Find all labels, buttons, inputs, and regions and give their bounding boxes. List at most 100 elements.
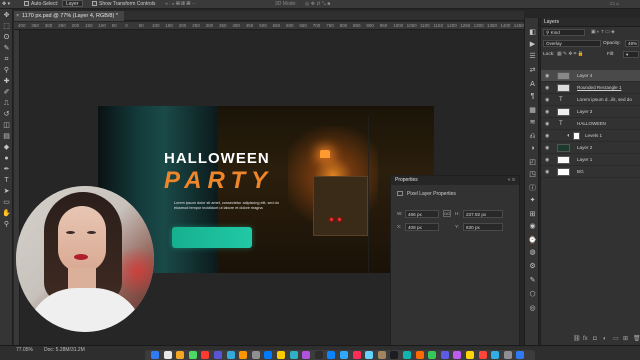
adjustments-icon[interactable]: ☰: [528, 52, 537, 61]
body-text[interactable]: Lorem ipsum dolor sit amet, consectetur …: [174, 201, 284, 211]
dock-app-icon[interactable]: [214, 351, 222, 359]
path-select-icon[interactable]: ➤: [2, 187, 11, 196]
dock-app-icon[interactable]: [239, 351, 248, 359]
filter-kind-select[interactable]: ⚲ Kind: [543, 29, 585, 36]
visibility-eye-icon[interactable]: ◉: [545, 142, 549, 154]
new-adjustment-icon[interactable]: ◐: [603, 335, 607, 343]
dock-app-icon[interactable]: [340, 351, 348, 359]
zoom-level[interactable]: 77.05%: [16, 347, 33, 353]
add-mask-icon[interactable]: ◘: [593, 335, 597, 343]
opacity-field[interactable]: 48%: [625, 40, 639, 47]
cta-rounded-rectangle[interactable]: [172, 227, 252, 248]
visibility-eye-icon[interactable]: ◉: [545, 154, 549, 166]
visibility-eye-icon[interactable]: ◉: [545, 82, 549, 94]
fill-field[interactable]: ▾: [623, 51, 639, 58]
paragraph-icon[interactable]: ¶: [528, 92, 537, 101]
layer-row-halloween[interactable]: ◉ T HALLOWEEN: [541, 118, 640, 130]
visibility-eye-icon[interactable]: ◉: [545, 130, 549, 142]
eyedropper-icon[interactable]: ⚲: [2, 66, 11, 75]
height-field[interactable]: 237.92 px: [463, 210, 503, 218]
history-icon[interactable]: ⎌: [528, 132, 537, 141]
actions-icon[interactable]: ⚙: [528, 262, 537, 271]
marquee-icon[interactable]: ⬚: [2, 22, 11, 31]
layer-row-layer-2[interactable]: ◉ Layer 2: [541, 142, 640, 154]
dock-app-icon[interactable]: [327, 351, 336, 359]
dodge-icon[interactable]: ●: [2, 154, 11, 163]
dock-app-icon[interactable]: [390, 351, 399, 359]
color-icon[interactable]: ◍: [528, 248, 537, 257]
width-field[interactable]: 486 px: [405, 210, 439, 218]
doc-size[interactable]: Doc: 5.28M/31.2M: [44, 347, 85, 353]
eraser-icon[interactable]: ◫: [2, 121, 11, 130]
y-field[interactable]: 630 px: [463, 223, 503, 231]
dock-app-icon[interactable]: [251, 351, 260, 359]
layer-row-bg[interactable]: ◉ BG: [541, 166, 640, 178]
dock-app-icon[interactable]: [440, 351, 449, 359]
gradient-icon[interactable]: ▤: [2, 132, 11, 141]
hand-icon[interactable]: ✋: [2, 209, 11, 218]
dock-app-icon[interactable]: [226, 351, 235, 359]
3d-icon[interactable]: ⬡: [528, 290, 537, 299]
glyphs-icon[interactable]: ◉: [528, 222, 537, 231]
dock-app-icon[interactable]: [176, 351, 185, 359]
swatches-icon[interactable]: ▦: [528, 106, 537, 115]
crop-icon[interactable]: ⌗: [2, 55, 11, 64]
navigator-icon[interactable]: ◳: [528, 170, 537, 179]
layer-row-rounded-rectangle-1[interactable]: ◉ Rounded Rectangle 1: [541, 82, 640, 94]
lasso-icon[interactable]: ʘ: [2, 33, 11, 42]
move-tool-indicator[interactable]: ✥ ▾: [2, 0, 10, 9]
dock-app-icon[interactable]: [314, 351, 323, 359]
layers-title[interactable]: Layers: [541, 18, 640, 27]
visibility-eye-icon[interactable]: ◉: [545, 118, 549, 130]
x-field[interactable]: 408 px: [405, 223, 439, 231]
info-icon[interactable]: ⓘ: [528, 184, 537, 193]
lock-icons[interactable]: ▦ ✎ ✥ ⌗ 🔒: [557, 51, 584, 59]
history-brush-icon[interactable]: ↺: [2, 110, 11, 119]
properties-icon[interactable]: ⇄: [528, 66, 537, 75]
notes-icon[interactable]: ✎: [528, 276, 537, 285]
auto-select-checkbox[interactable]: Auto-Select:: [24, 0, 58, 9]
layer-row-lorem-text[interactable]: ◉ T Lorem ipsum d...ilit, sed do: [541, 94, 640, 106]
dock-app-icon[interactable]: [491, 351, 500, 359]
layer-row-levels-1[interactable]: ◉ ◐ Levels 1: [541, 130, 640, 142]
dock-app-icon[interactable]: [302, 351, 311, 359]
dock-app-icon[interactable]: [503, 351, 512, 359]
document-tab[interactable]: × 1170 px.psd @ 77% (Layer 4, RGB/8) *: [14, 11, 124, 21]
auto-select-dropdown[interactable]: Layer: [62, 0, 83, 7]
new-group-icon[interactable]: ▭: [613, 335, 619, 343]
dock-app-icon[interactable]: [478, 351, 487, 359]
dock-app-icon[interactable]: [415, 351, 424, 359]
dock-app-icon[interactable]: [453, 351, 462, 359]
link-dimensions-icon[interactable]: GO: [443, 210, 451, 217]
dock-app-icon[interactable]: [163, 351, 172, 359]
brush-icon[interactable]: ✐: [2, 88, 11, 97]
layer-row-layer-3[interactable]: ◉ Layer 3: [541, 106, 640, 118]
character-icon[interactable]: A: [528, 80, 537, 89]
quick-select-icon[interactable]: ✎: [2, 44, 11, 53]
move-icon[interactable]: ✥: [2, 11, 11, 20]
align-buttons[interactable]: ⫷ ⫶ ⫸ ▤ ▥ ▦ ···: [165, 0, 197, 9]
trash-icon[interactable]: 🗑: [633, 335, 640, 343]
3d-mode-icons[interactable]: ◎ ✥ ⇵ ⤡ ■: [305, 0, 330, 9]
layer-row-layer-1[interactable]: ◉ Layer 1: [541, 154, 640, 166]
fx-icon[interactable]: fx: [583, 335, 588, 343]
timeline-icon[interactable]: ⌚: [528, 236, 537, 245]
dock-app-icon[interactable]: [466, 351, 474, 359]
visibility-eye-icon[interactable]: ◉: [545, 166, 549, 178]
blend-mode-select[interactable]: Overlay: [543, 40, 601, 47]
play-icon[interactable]: ▶: [528, 40, 537, 49]
panel-menu-icon[interactable]: « ≡: [508, 176, 515, 185]
dock-app-icon[interactable]: [188, 351, 197, 359]
dock-app-icon[interactable]: [289, 351, 298, 359]
dock-app-icon[interactable]: [352, 351, 361, 359]
workspace-icon[interactable]: ▭ ⌂: [610, 0, 619, 9]
shape-icon[interactable]: ▭: [2, 198, 11, 207]
dock-app-icon[interactable]: [403, 351, 411, 359]
styles-icon[interactable]: ⊞: [528, 210, 537, 219]
channels-icon[interactable]: ≋: [528, 118, 537, 127]
libraries-icon[interactable]: ◰: [528, 158, 537, 167]
stamp-icon[interactable]: ⎍: [2, 99, 11, 108]
layer-row-layer-4[interactable]: ◉ Layer 4: [541, 70, 640, 82]
measure-icon[interactable]: ◎: [528, 304, 537, 313]
dock-app-icon[interactable]: [264, 351, 273, 359]
